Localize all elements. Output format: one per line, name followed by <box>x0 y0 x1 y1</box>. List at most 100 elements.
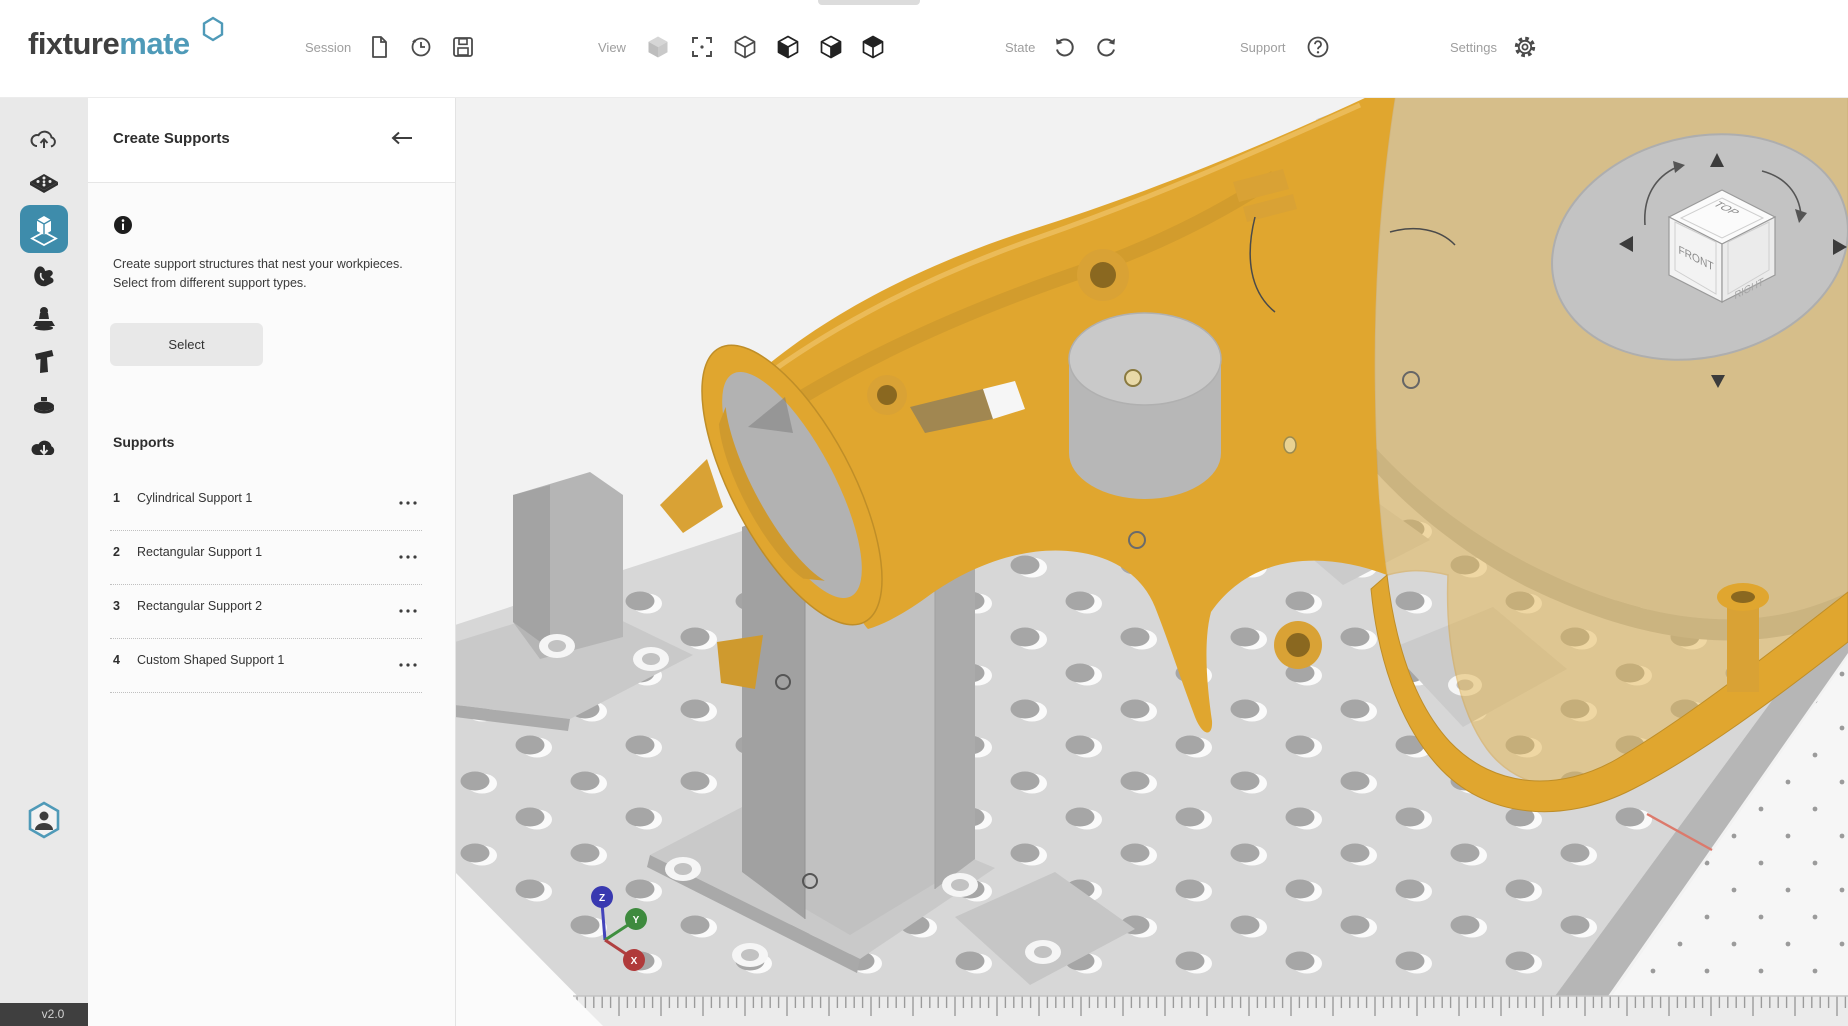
new-session-button[interactable] <box>366 34 392 60</box>
info-icon[interactable] <box>113 215 133 240</box>
settings-group-label: Settings <box>1450 40 1497 55</box>
account-button[interactable] <box>24 800 64 840</box>
support-label: Rectangular Support 2 <box>137 599 262 613</box>
top-bar: fixturemate Session View <box>0 0 1848 98</box>
y-axis-label: Y <box>633 915 640 926</box>
support-cylinder <box>1069 313 1221 499</box>
probe-support-icon <box>28 303 60 335</box>
top-view-button[interactable] <box>860 34 886 60</box>
support-index: 2 <box>113 545 120 559</box>
description-line-1: Create support structures that nest your… <box>113 255 423 274</box>
tool-import-workpiece[interactable] <box>24 120 64 160</box>
tool-probe-supports[interactable] <box>24 299 64 339</box>
baseplate-icon <box>27 167 61 201</box>
row-menu-button[interactable] <box>398 601 418 619</box>
undo-button[interactable] <box>1051 34 1077 60</box>
support-group-label: Support <box>1240 40 1286 55</box>
isometric-view-button[interactable] <box>732 34 758 60</box>
support-list-item[interactable]: 1 Cylindrical Support 1 <box>110 477 422 531</box>
account-hexagon-icon <box>25 800 63 840</box>
right-view-button[interactable] <box>818 34 844 60</box>
clamp-icon <box>28 345 60 377</box>
settings-button[interactable] <box>1512 34 1538 60</box>
ellipsis-icon <box>398 608 418 614</box>
tool-custom-supports[interactable] <box>24 257 64 297</box>
support-on-plate-icon <box>27 212 61 246</box>
help-button[interactable] <box>1305 34 1331 60</box>
plate-ruler-edge <box>573 996 1848 1026</box>
shaped-support-icon <box>28 261 60 293</box>
support-index: 3 <box>113 599 120 613</box>
disc-feature-icon <box>28 389 60 421</box>
panel-description: Create support structures that nest your… <box>113 255 423 293</box>
cloud-download-icon <box>28 431 60 463</box>
tool-clamps[interactable] <box>24 341 64 381</box>
description-line-2: Select from different support types. <box>113 274 423 293</box>
support-list-item[interactable]: 2 Rectangular Support 1 <box>110 531 422 585</box>
panel-back-button[interactable] <box>388 127 414 149</box>
cube-left-face-icon <box>775 34 801 60</box>
support-list-item[interactable]: 3 Rectangular Support 2 <box>110 585 422 639</box>
supports-list: 1 Cylindrical Support 1 2 Rectangular Su… <box>110 477 422 693</box>
support-label: Cylindrical Support 1 <box>137 491 252 505</box>
ellipsis-icon <box>398 662 418 668</box>
counterbore-hole <box>539 634 575 658</box>
counterbore-hole <box>633 647 669 671</box>
support-index: 1 <box>113 491 120 505</box>
cube-top-face-icon <box>860 34 886 60</box>
tool-base-features[interactable] <box>24 385 64 425</box>
tool-rail: v2.0 <box>0 97 89 1026</box>
counterbore-hole <box>732 943 768 967</box>
back-arrow-icon <box>388 127 414 149</box>
question-mark-icon <box>1305 34 1331 60</box>
select-button[interactable]: Select <box>110 323 263 366</box>
ellipsis-icon <box>398 500 418 506</box>
session-history-button[interactable] <box>408 34 434 60</box>
left-view-button[interactable] <box>775 34 801 60</box>
fit-to-screen-icon <box>689 34 715 60</box>
panel-header: Create Supports <box>88 97 455 183</box>
counterbore-hole <box>665 857 701 881</box>
support-label: Custom Shaped Support 1 <box>137 653 284 667</box>
app-logo: fixturemate <box>28 26 190 62</box>
history-clock-icon <box>408 34 434 60</box>
tool-create-supports[interactable] <box>20 205 68 253</box>
support-list-item[interactable]: 4 Custom Shaped Support 1 <box>110 639 422 693</box>
logo-text-fixture: fixture <box>28 26 119 61</box>
tool-baseplate[interactable] <box>24 164 64 204</box>
cloud-upload-icon <box>28 124 60 156</box>
shaded-view-button[interactable] <box>645 34 671 60</box>
save-session-button[interactable] <box>450 34 476 60</box>
wireframe-cube-icon <box>732 34 758 60</box>
counterbore-hole <box>1025 940 1061 964</box>
undo-icon <box>1051 34 1077 60</box>
viewport-3d-canvas[interactable]: TOP FRONT RIGHT Z Y X <box>455 97 1848 1026</box>
state-group-label: State <box>1005 40 1035 55</box>
session-group-label: Session <box>305 40 351 55</box>
ellipsis-icon <box>398 554 418 560</box>
logo-hexagon-icon <box>200 16 226 42</box>
cube-right-face-icon <box>818 34 844 60</box>
z-axis-label: Z <box>599 893 605 904</box>
supports-heading: Supports <box>113 434 174 450</box>
support-index: 4 <box>113 653 120 667</box>
create-supports-panel: Create Supports Create support structure… <box>88 97 456 1026</box>
window-drag-tab <box>818 0 920 5</box>
tool-export[interactable] <box>24 427 64 467</box>
support-label: Rectangular Support 1 <box>137 545 262 559</box>
row-menu-button[interactable] <box>398 655 418 673</box>
save-floppy-icon <box>450 34 476 60</box>
row-menu-button[interactable] <box>398 493 418 511</box>
redo-icon <box>1094 34 1120 60</box>
counterbore-hole <box>942 873 978 897</box>
row-menu-button[interactable] <box>398 547 418 565</box>
gear-icon <box>1512 34 1538 60</box>
document-icon <box>366 34 392 60</box>
x-axis-label: X <box>631 956 638 967</box>
fit-view-button[interactable] <box>689 34 715 60</box>
view-group-label: View <box>598 40 626 55</box>
panel-title: Create Supports <box>113 130 230 147</box>
redo-button[interactable] <box>1094 34 1120 60</box>
solid-cube-icon <box>645 34 671 60</box>
version-text: v2.0 <box>42 1007 65 1021</box>
